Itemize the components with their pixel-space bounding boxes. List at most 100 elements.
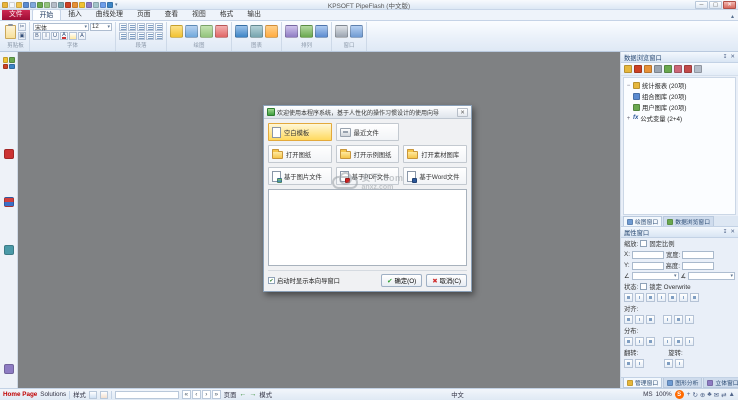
- angle-select[interactable]: ▾: [632, 272, 679, 280]
- tab-3d-window[interactable]: 立体窗口: [703, 378, 738, 388]
- save-icon[interactable]: [23, 2, 29, 8]
- cut-icon[interactable]: [65, 2, 71, 8]
- align-right-button[interactable]: [137, 23, 145, 31]
- collapse-ribbon-icon[interactable]: ▴: [731, 13, 734, 20]
- open-file-icon[interactable]: [9, 2, 15, 8]
- sogou-ime-icon[interactable]: S: [675, 390, 684, 399]
- save-all-icon[interactable]: [30, 2, 36, 8]
- ok-button[interactable]: ✔确定(O): [381, 274, 422, 287]
- tree-item-userlib[interactable]: 用户图库 (20项): [625, 102, 734, 113]
- refresh-icon[interactable]: [634, 65, 642, 73]
- open-folder-icon[interactable]: [16, 2, 22, 8]
- new-window-button[interactable]: [335, 25, 348, 38]
- recent-list-box[interactable]: 安下.com anxz.com: [268, 189, 467, 266]
- layers-icon[interactable]: [4, 245, 14, 255]
- same-width-icon[interactable]: [663, 337, 672, 346]
- bring-front-button[interactable]: [285, 25, 298, 38]
- align-icon[interactable]: [646, 315, 655, 324]
- font-family-select[interactable]: 宋体▾: [33, 23, 89, 31]
- align-bottom-icon[interactable]: [679, 293, 688, 302]
- first-page-button[interactable]: «: [182, 390, 191, 399]
- distribute-v-icon[interactable]: [635, 337, 644, 346]
- settings-icon[interactable]: [694, 65, 702, 73]
- preview-icon[interactable]: [58, 2, 64, 8]
- filter-icon[interactable]: [644, 65, 652, 73]
- align-top-icon[interactable]: [657, 293, 666, 302]
- align-left-button[interactable]: [119, 23, 127, 31]
- align-left-icon[interactable]: [624, 293, 633, 302]
- close-button[interactable]: ✕: [723, 1, 736, 9]
- highlight-color-button[interactable]: [69, 32, 77, 40]
- italic-button[interactable]: I: [42, 32, 50, 40]
- distribute-h-icon[interactable]: [624, 337, 633, 346]
- from-image-button[interactable]: 基于图片文件: [268, 167, 332, 185]
- solutions-tab[interactable]: Solutions: [40, 391, 66, 398]
- delete-item-icon[interactable]: [684, 65, 692, 73]
- stamp-tool-icon[interactable]: [4, 149, 14, 159]
- tab-file[interactable]: 文件: [2, 9, 30, 20]
- tab-data-browse-window[interactable]: 数据浏览窗口: [663, 216, 714, 226]
- library-icon[interactable]: [4, 364, 14, 374]
- tree-item-combos[interactable]: 组合图库 (20项): [625, 91, 734, 102]
- from-pdf-button[interactable]: 基于PDF文件: [336, 167, 400, 185]
- eraser-tool-button[interactable]: [215, 25, 228, 38]
- distribute-icon[interactable]: [646, 337, 655, 346]
- cut-button[interactable]: ✂: [18, 23, 26, 31]
- width-input[interactable]: [682, 251, 714, 259]
- line-tool-button[interactable]: [185, 25, 198, 38]
- tree-expand-icon[interactable]: +: [626, 116, 631, 122]
- tab-view[interactable]: 视图: [185, 9, 213, 20]
- back-arrow-icon[interactable]: ←: [239, 391, 246, 398]
- maximize-button[interactable]: ▢: [709, 1, 722, 9]
- borders-button[interactable]: [155, 32, 163, 40]
- tray-icon[interactable]: ♣: [707, 391, 711, 398]
- y-input[interactable]: [632, 262, 664, 270]
- justify-button[interactable]: [146, 23, 154, 31]
- bar-chart-button[interactable]: [235, 25, 248, 38]
- tab-page[interactable]: 页面: [130, 9, 158, 20]
- show-wizard-checkbox[interactable]: ✔ 启动时显示本向导窗口: [268, 276, 340, 285]
- line-spacing-button[interactable]: [137, 32, 145, 40]
- help-icon[interactable]: [107, 2, 113, 8]
- font-color-button[interactable]: A: [60, 32, 68, 40]
- group-objects-button[interactable]: [315, 25, 328, 38]
- height-input[interactable]: [682, 262, 714, 270]
- from-word-button[interactable]: 基于Word文件: [403, 167, 467, 185]
- panel-close-icon[interactable]: ✕: [730, 229, 735, 235]
- x-input[interactable]: [632, 251, 664, 259]
- align-center-h-icon[interactable]: [635, 293, 644, 302]
- recent-files-button[interactable]: 最近文件: [336, 123, 400, 141]
- cancel-button[interactable]: ✖取消(C): [426, 274, 467, 287]
- flip-v-icon[interactable]: [635, 359, 644, 368]
- same-size-icon[interactable]: [685, 337, 694, 346]
- align-right-icon[interactable]: [646, 293, 655, 302]
- align-icon[interactable]: [635, 315, 644, 324]
- blank-template-button[interactable]: 空白模板: [268, 123, 332, 141]
- tab-format[interactable]: 格式: [213, 9, 241, 20]
- same-height-icon[interactable]: [674, 337, 683, 346]
- panel-pin-icon[interactable]: ↧: [723, 229, 728, 235]
- redo-icon[interactable]: [44, 2, 50, 8]
- tab-home[interactable]: 开始: [32, 9, 62, 20]
- align-icon[interactable]: [663, 315, 672, 324]
- tree-item-formulas[interactable]: + fx 公式变量 (2+4): [625, 113, 734, 124]
- align-center-button[interactable]: [128, 23, 136, 31]
- pie-chart-button[interactable]: [250, 25, 263, 38]
- tab-manage-window[interactable]: 管理窗口: [623, 378, 662, 388]
- bullet-list-button[interactable]: [155, 23, 163, 31]
- palette-icon[interactable]: [3, 57, 15, 69]
- tray-icon[interactable]: ✉: [714, 391, 719, 399]
- underline-button[interactable]: U: [51, 32, 59, 40]
- zoom-out-icon[interactable]: [93, 2, 99, 8]
- tab-review[interactable]: 查看: [158, 9, 186, 20]
- open-sample-button[interactable]: 打开示例图纸: [336, 145, 400, 163]
- minimize-button[interactable]: ─: [695, 1, 708, 9]
- status-search-input[interactable]: [115, 391, 179, 399]
- paste-icon[interactable]: [79, 2, 85, 8]
- tray-icon[interactable]: ↻: [692, 391, 697, 399]
- new-file-icon[interactable]: [2, 2, 8, 8]
- tab-curve[interactable]: 曲线处理: [89, 9, 130, 20]
- indent-button[interactable]: [119, 32, 127, 40]
- tray-icon[interactable]: ⊕: [700, 391, 705, 399]
- tray-icon[interactable]: ▲: [729, 391, 735, 398]
